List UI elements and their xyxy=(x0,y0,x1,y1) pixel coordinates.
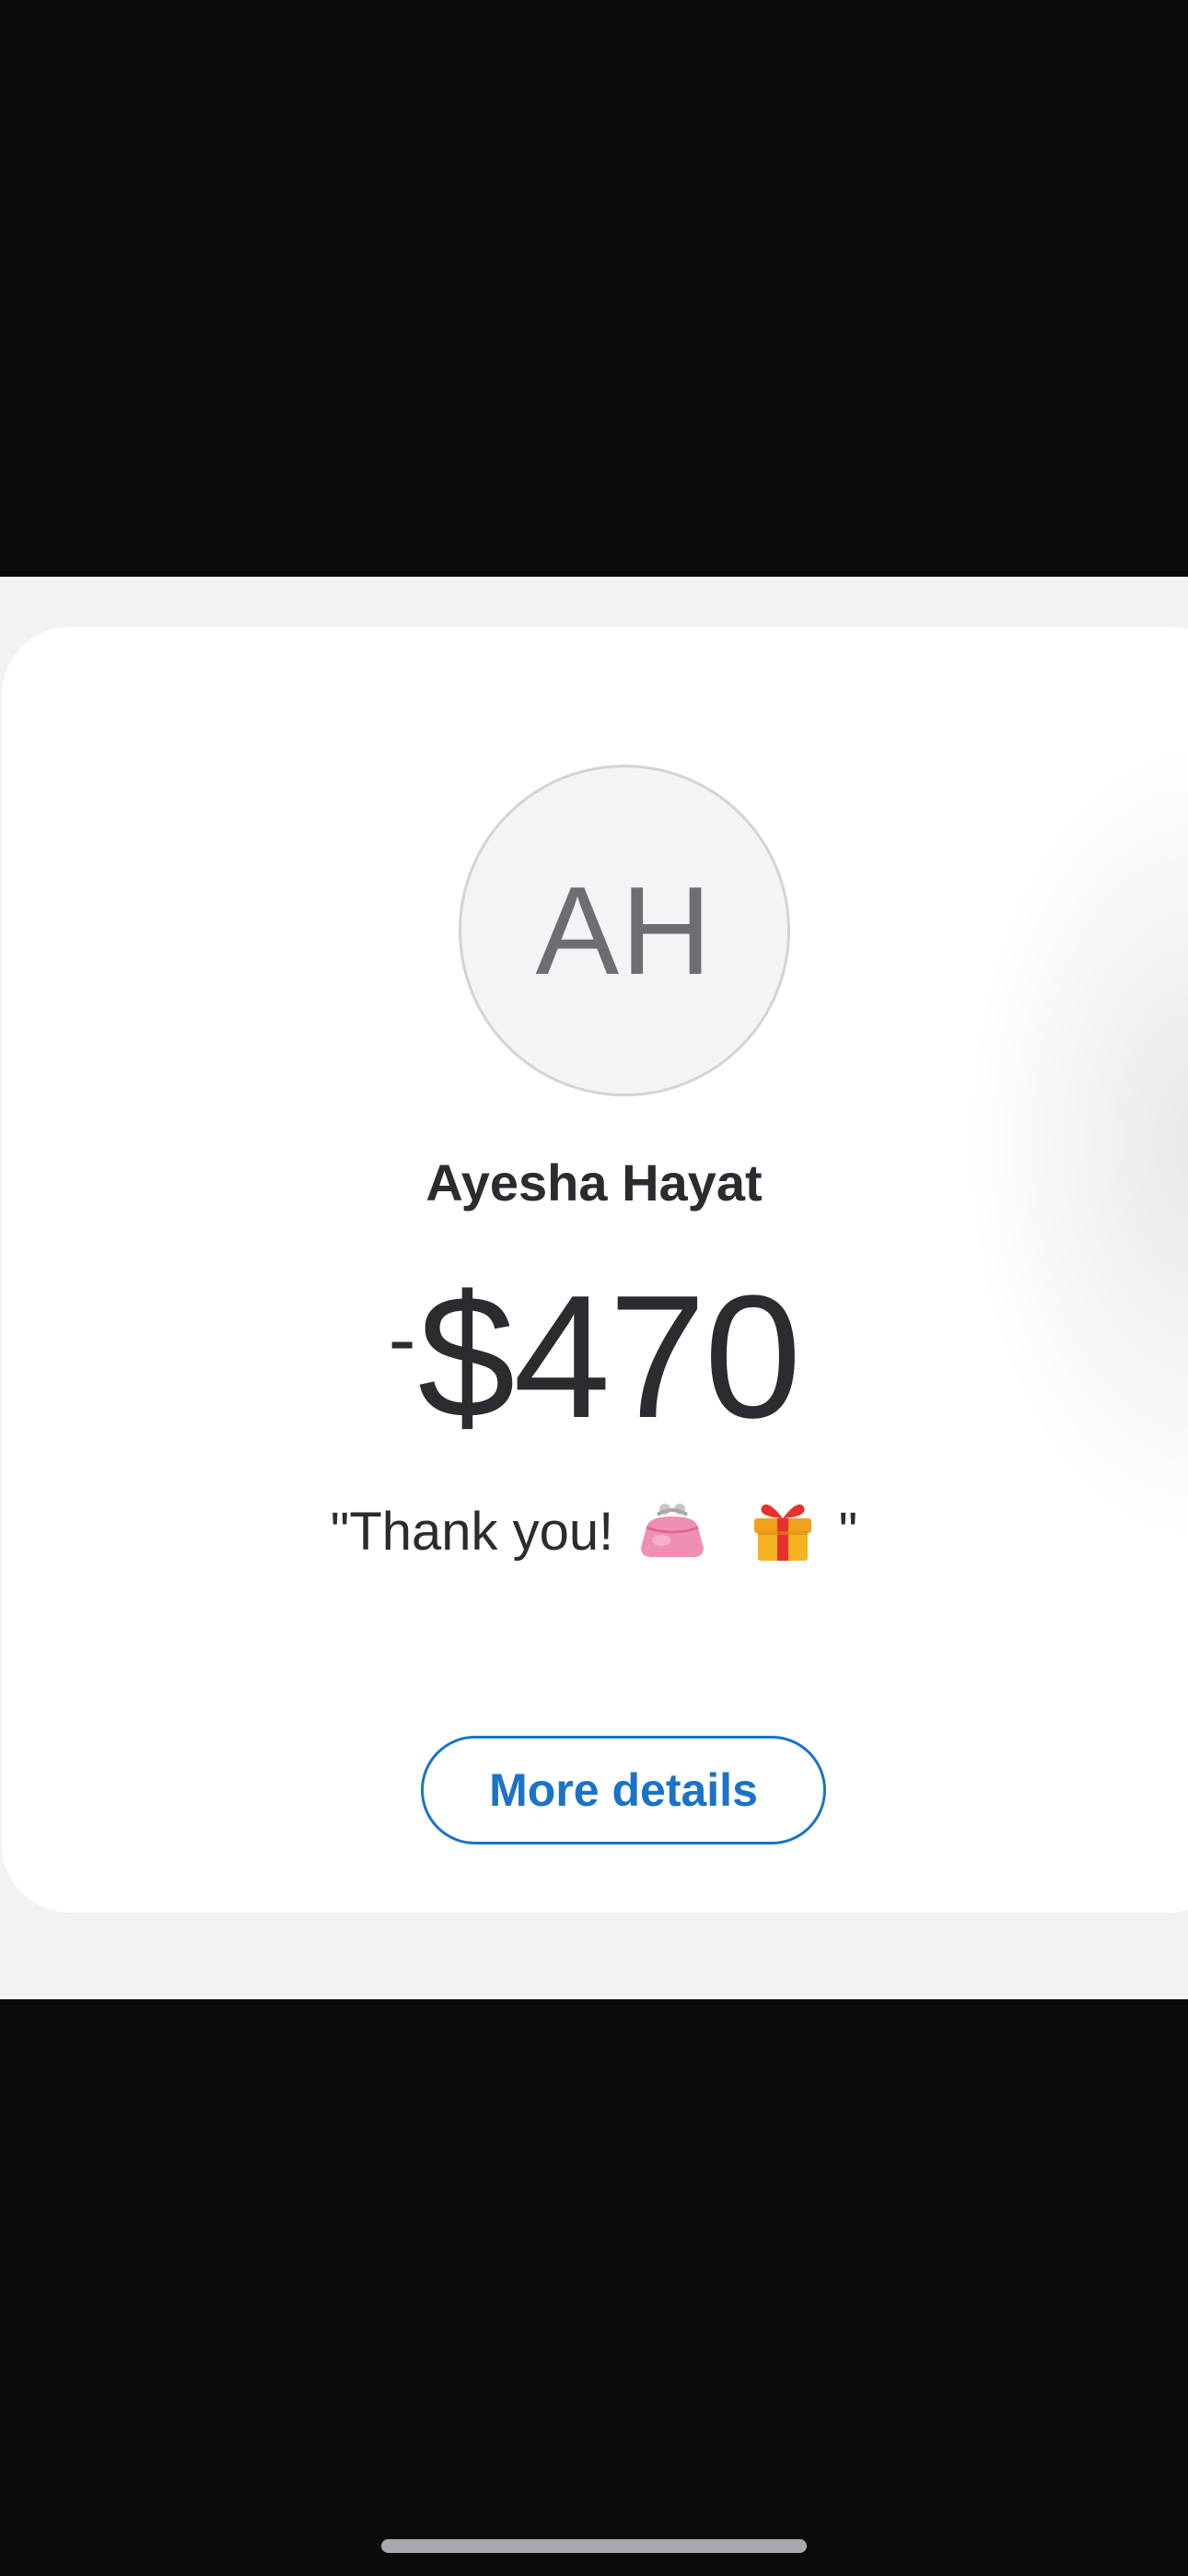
note-text: "Thank you! xyxy=(330,1502,614,1562)
gift-emoji-icon xyxy=(753,1504,811,1561)
avatar-initials: AH xyxy=(535,861,714,1001)
more-details-button[interactable]: More details xyxy=(421,1736,826,1844)
recipient-name: Ayesha Hayat xyxy=(425,1153,763,1212)
home-indicator[interactable] xyxy=(381,2539,807,2553)
amount-sign: - xyxy=(388,1294,416,1386)
more-details-label: More details xyxy=(489,1764,758,1816)
payment-amount: -$470 xyxy=(0,1270,1188,1445)
note-closing-quote: " xyxy=(838,1502,858,1562)
amount-value: $470 xyxy=(417,1259,802,1455)
top-letterbox xyxy=(0,0,1188,577)
purse-emoji-icon xyxy=(641,1504,705,1557)
avatar: AH xyxy=(459,765,790,1096)
bottom-letterbox xyxy=(0,1999,1188,2576)
payment-note: "Thank you! " xyxy=(0,1494,1188,1563)
